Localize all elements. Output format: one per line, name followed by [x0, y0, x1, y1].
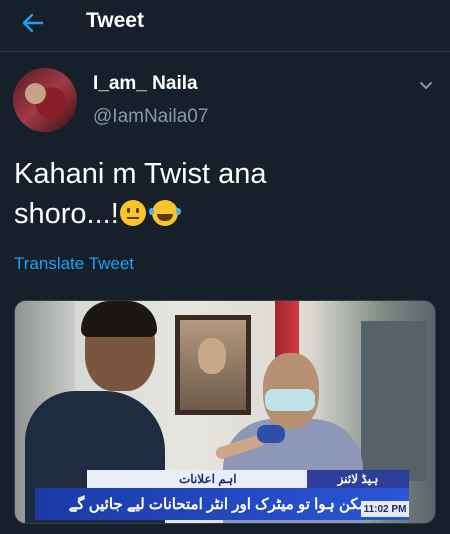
chevron-down-icon [420, 82, 432, 89]
avatar[interactable] [13, 68, 77, 132]
top-bar: Tweet [0, 0, 450, 52]
tweet-text-fragment: shoro...! [14, 198, 119, 230]
translate-tweet-link[interactable]: Translate Tweet [14, 254, 134, 274]
arrow-left-icon [22, 13, 44, 33]
tweet-media-image[interactable]: اہم اعلانات ہیڈ لائنز ممکن ہوا تو میٹرک … [14, 300, 436, 524]
face-mask [265, 389, 315, 411]
tears-of-joy-emoji-icon [148, 200, 178, 226]
ticker-time: 11:02 PM [361, 501, 409, 517]
ticker-subtitle: اہم اعلانات [179, 472, 237, 486]
author-display-name[interactable]: I_am_ Naila [93, 73, 198, 95]
reporter-hair [81, 301, 157, 337]
background-panel [361, 321, 427, 481]
neutral-face-emoji-icon [119, 200, 146, 226]
more-options-button[interactable] [416, 78, 436, 94]
back-button[interactable] [18, 8, 48, 38]
tweet-text-line: Kahani m Twist ana [14, 158, 267, 190]
tweet-text-line: shoro...! [14, 194, 434, 234]
tweet-text: Kahani m Twist ana shoro...! [14, 154, 434, 234]
news-ticker-headline: ممکن ہوا تو میٹرک اور انٹر امتحانات لیے … [35, 488, 409, 520]
news-ticker-subbar: اہم اعلانات [87, 470, 307, 488]
portrait-frame [175, 315, 251, 415]
ticker-label: ہیڈ لائنز [307, 470, 409, 488]
author-handle[interactable]: @IamNaila07 [93, 106, 208, 128]
microphone-icon [257, 425, 285, 443]
portrait-face [198, 338, 226, 374]
page-title: Tweet [86, 9, 144, 32]
